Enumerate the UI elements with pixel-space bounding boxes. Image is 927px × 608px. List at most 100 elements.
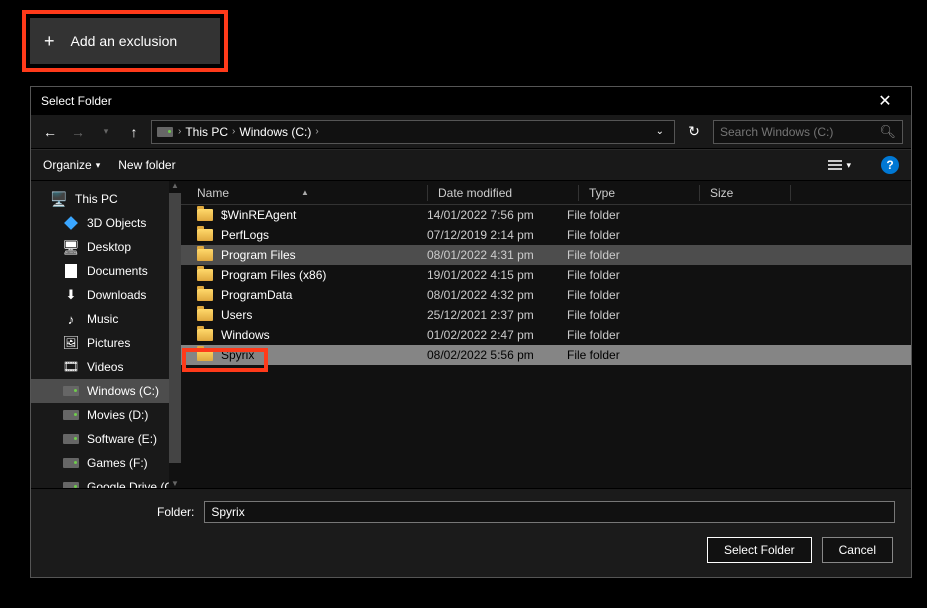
folder-icon <box>197 269 213 281</box>
tree-music[interactable]: ♪Music <box>31 307 181 331</box>
file-rows: $WinREAgent14/01/2022 7:56 pmFile folder… <box>181 205 911 488</box>
tree-desktop[interactable]: 🖥Desktop <box>31 235 181 259</box>
back-button[interactable]: ← <box>39 121 61 143</box>
breadcrumb-thispc[interactable]: This PC <box>185 125 228 139</box>
file-name: Spyrix <box>221 348 254 362</box>
file-row[interactable]: ProgramData 08/01/2022 4:32 pmFile folder <box>181 285 911 305</box>
breadcrumb[interactable]: › This PC › Windows (C:) › ⌄ <box>151 120 675 144</box>
select-folder-dialog: Select Folder ✕ ← → ▾ ↑ › This PC › Wind… <box>30 86 912 578</box>
3dobjects-icon <box>63 215 79 231</box>
pc-icon: 🖥️ <box>51 191 67 207</box>
file-row[interactable]: $WinREAgent 14/01/2022 7:56 pmFile folder <box>181 205 911 225</box>
drive-icon <box>63 431 79 447</box>
tree-drive-c[interactable]: Windows (C:) <box>31 379 181 403</box>
file-name: Program Files <box>221 248 296 262</box>
column-size[interactable]: Size <box>710 186 790 200</box>
file-date: 07/12/2019 2:14 pm <box>427 228 567 242</box>
tree-drive-f[interactable]: Games (F:) <box>31 451 181 475</box>
help-button[interactable]: ? <box>881 156 899 174</box>
sort-asc-icon: ▲ <box>301 188 309 197</box>
file-row[interactable]: Spyrix08/02/2022 5:56 pmFile folder <box>181 345 911 365</box>
scroll-down-icon[interactable]: ▼ <box>169 479 181 488</box>
music-icon: ♪ <box>63 311 79 327</box>
desktop-icon: 🖥 <box>63 239 79 255</box>
tree-thispc[interactable]: 🖥️This PC <box>31 187 181 211</box>
view-button[interactable]: ▾ <box>828 160 851 171</box>
file-name: PerfLogs <box>221 228 269 242</box>
drive-icon <box>156 123 174 141</box>
file-type: File folder <box>567 208 677 222</box>
breadcrumb-dropdown[interactable]: ⌄ <box>650 126 670 137</box>
drive-icon <box>63 479 79 488</box>
close-button[interactable]: ✕ <box>865 91 905 111</box>
new-folder-button[interactable]: New folder <box>118 158 175 172</box>
file-type: File folder <box>567 228 677 242</box>
forward-button[interactable]: → <box>67 121 89 143</box>
tree-pictures[interactable]: 🖼Pictures <box>31 331 181 355</box>
file-date: 01/02/2022 2:47 pm <box>427 328 567 342</box>
scroll-thumb[interactable] <box>169 193 181 463</box>
add-exclusion-button[interactable]: + Add an exclusion <box>30 18 220 64</box>
folder-input[interactable] <box>204 501 895 523</box>
refresh-button[interactable]: ↻ <box>681 120 707 144</box>
file-list: Name ▲ Date modified Type Size $WinREAge… <box>181 181 911 488</box>
tree-scrollbar[interactable]: ▲ ▼ <box>169 181 181 488</box>
file-date: 08/01/2022 4:31 pm <box>427 248 567 262</box>
search-input[interactable] <box>720 125 879 139</box>
chevron-icon: › <box>178 126 181 137</box>
file-date: 19/01/2022 4:15 pm <box>427 268 567 282</box>
drive-icon <box>63 383 79 399</box>
content: 🖥️This PC 3D Objects 🖥Desktop Documents … <box>31 181 911 488</box>
footer: Folder: Select Folder Cancel <box>31 488 911 577</box>
drive-icon <box>63 407 79 423</box>
file-date: 08/01/2022 4:32 pm <box>427 288 567 302</box>
titlebar: Select Folder ✕ <box>31 87 911 115</box>
chevron-icon: › <box>315 126 318 137</box>
downloads-icon: ⬇ <box>63 287 79 303</box>
file-row[interactable]: PerfLogs 07/12/2019 2:14 pmFile folder <box>181 225 911 245</box>
folder-icon <box>197 309 213 321</box>
column-date[interactable]: Date modified <box>438 186 578 200</box>
organize-button[interactable]: Organize ▾ <box>43 158 100 172</box>
file-name: $WinREAgent <box>221 208 296 222</box>
file-row[interactable]: Users25/12/2021 2:37 pmFile folder <box>181 305 911 325</box>
tree-drive-g[interactable]: Google Drive (G: <box>31 475 181 488</box>
breadcrumb-windows-c[interactable]: Windows (C:) <box>239 125 311 139</box>
column-name[interactable]: Name ▲ <box>181 186 427 200</box>
file-type: File folder <box>567 348 677 362</box>
file-row[interactable]: Program Files (x86)19/01/2022 4:15 pmFil… <box>181 265 911 285</box>
folder-icon <box>197 209 213 221</box>
add-exclusion-label: Add an exclusion <box>71 33 178 49</box>
file-type: File folder <box>567 268 677 282</box>
folder-tree[interactable]: 🖥️This PC 3D Objects 🖥Desktop Documents … <box>31 181 181 488</box>
cancel-button[interactable]: Cancel <box>822 537 893 563</box>
file-row[interactable]: Windows01/02/2022 2:47 pmFile folder <box>181 325 911 345</box>
up-button[interactable]: ↑ <box>123 121 145 143</box>
column-type[interactable]: Type <box>589 186 699 200</box>
folder-icon <box>197 349 213 361</box>
folder-icon <box>197 229 213 241</box>
pictures-icon: 🖼 <box>63 335 79 351</box>
select-folder-button[interactable]: Select Folder <box>707 537 812 563</box>
file-type: File folder <box>567 248 677 262</box>
searchbox[interactable]: 🔍︎ <box>713 120 903 144</box>
tree-downloads[interactable]: ⬇Downloads <box>31 283 181 307</box>
file-name: ProgramData <box>221 288 292 302</box>
tree-drive-e[interactable]: Software (E:) <box>31 427 181 451</box>
videos-icon: 🎞 <box>63 359 79 375</box>
file-name: Users <box>221 308 252 322</box>
file-type: File folder <box>567 308 677 322</box>
tree-videos[interactable]: 🎞Videos <box>31 355 181 379</box>
file-list-header[interactable]: Name ▲ Date modified Type Size <box>181 181 911 205</box>
tree-documents[interactable]: Documents <box>31 259 181 283</box>
navbar: ← → ▾ ↑ › This PC › Windows (C:) › ⌄ ↻ 🔍… <box>31 115 911 149</box>
file-date: 14/01/2022 7:56 pm <box>427 208 567 222</box>
recent-dropdown[interactable]: ▾ <box>95 121 117 143</box>
scroll-up-icon[interactable]: ▲ <box>169 181 181 190</box>
file-row[interactable]: Program Files 08/01/2022 4:31 pmFile fold… <box>181 245 911 265</box>
drive-icon <box>63 455 79 471</box>
file-type: File folder <box>567 328 677 342</box>
tree-3dobjects[interactable]: 3D Objects <box>31 211 181 235</box>
tree-drive-d[interactable]: Movies (D:) <box>31 403 181 427</box>
file-type: File folder <box>567 288 677 302</box>
